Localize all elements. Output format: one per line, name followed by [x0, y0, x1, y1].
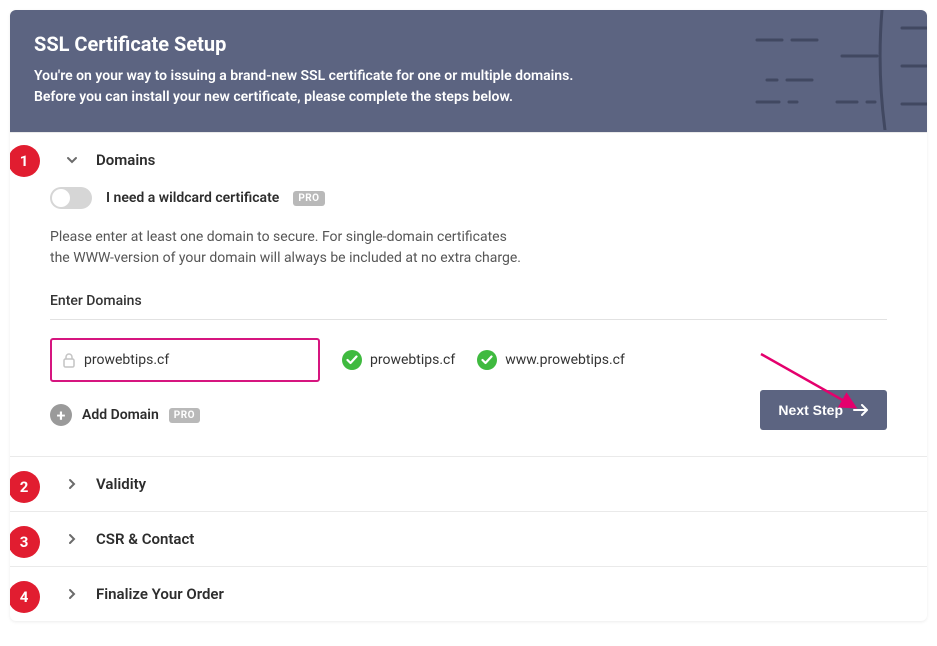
step-header-finalize[interactable]: Finalize Your Order — [10, 567, 927, 621]
chevron-right-icon — [66, 478, 78, 490]
domain-input-wrap[interactable] — [50, 338, 320, 382]
subtitle-line-1: You're on your way to issuing a brand-ne… — [34, 68, 573, 84]
page-subtitle: You're on your way to issuing a brand-ne… — [34, 66, 903, 108]
chevron-down-icon — [66, 154, 78, 166]
step-title-csr: CSR & Contact — [96, 530, 194, 548]
page-title: SSL Certificate Setup — [34, 32, 903, 56]
step-header-domains[interactable]: Domains — [10, 133, 927, 187]
step-finalize: 4 Finalize Your Order — [10, 566, 927, 621]
step-domains: 1 Domains I need a wildcard certificate … — [10, 132, 927, 456]
enter-domains-label: Enter Domains — [50, 293, 887, 320]
plus-icon[interactable]: + — [50, 404, 72, 426]
step-csr: 3 CSR & Contact — [10, 511, 927, 566]
step-header-csr[interactable]: CSR & Contact — [10, 512, 927, 566]
add-domain-button[interactable]: Add Domain — [82, 407, 159, 423]
pro-badge: PRO — [169, 408, 200, 423]
verified-domain-2: www.prowebtips.cf — [477, 350, 625, 370]
step-header-validity[interactable]: Validity — [10, 457, 927, 511]
pro-badge: PRO — [293, 191, 324, 206]
domain-input[interactable] — [84, 352, 308, 368]
lock-icon — [62, 352, 76, 368]
header: SSL Certificate Setup You're on your way… — [10, 10, 927, 132]
wildcard-label: I need a wildcard certificate — [106, 190, 279, 206]
domain-entry-row: prowebtips.cf www.prowebtips.cf — [50, 338, 887, 382]
step-title-domains: Domains — [96, 151, 155, 169]
verified-domain-1-text: prowebtips.cf — [370, 352, 455, 368]
arrow-right-icon — [853, 404, 869, 416]
verified-domain-2-text: www.prowebtips.cf — [505, 352, 625, 368]
subtitle-line-2: Before you can install your new certific… — [34, 89, 513, 105]
domains-body: I need a wildcard certificate PRO Please… — [10, 187, 927, 456]
step-title-finalize: Finalize Your Order — [96, 585, 224, 603]
wildcard-row: I need a wildcard certificate PRO — [50, 187, 887, 209]
chevron-right-icon — [66, 533, 78, 545]
next-step-label: Next Step — [778, 402, 843, 418]
step-title-validity: Validity — [96, 475, 146, 493]
check-icon — [477, 350, 497, 370]
wildcard-toggle[interactable] — [50, 187, 92, 209]
verified-domain-1: prowebtips.cf — [342, 350, 455, 370]
step-validity: 2 Validity — [10, 456, 927, 511]
hint-line-2: the WWW-version of your domain will alwa… — [50, 250, 521, 266]
domains-hint: Please enter at least one domain to secu… — [50, 227, 887, 269]
next-step-button[interactable]: Next Step — [760, 390, 887, 430]
hint-line-1: Please enter at least one domain to secu… — [50, 229, 507, 245]
check-icon — [342, 350, 362, 370]
add-domain-row: + Add Domain PRO Next Step — [50, 404, 887, 426]
chevron-right-icon — [66, 588, 78, 600]
ssl-setup-card: SSL Certificate Setup You're on your way… — [10, 10, 927, 621]
